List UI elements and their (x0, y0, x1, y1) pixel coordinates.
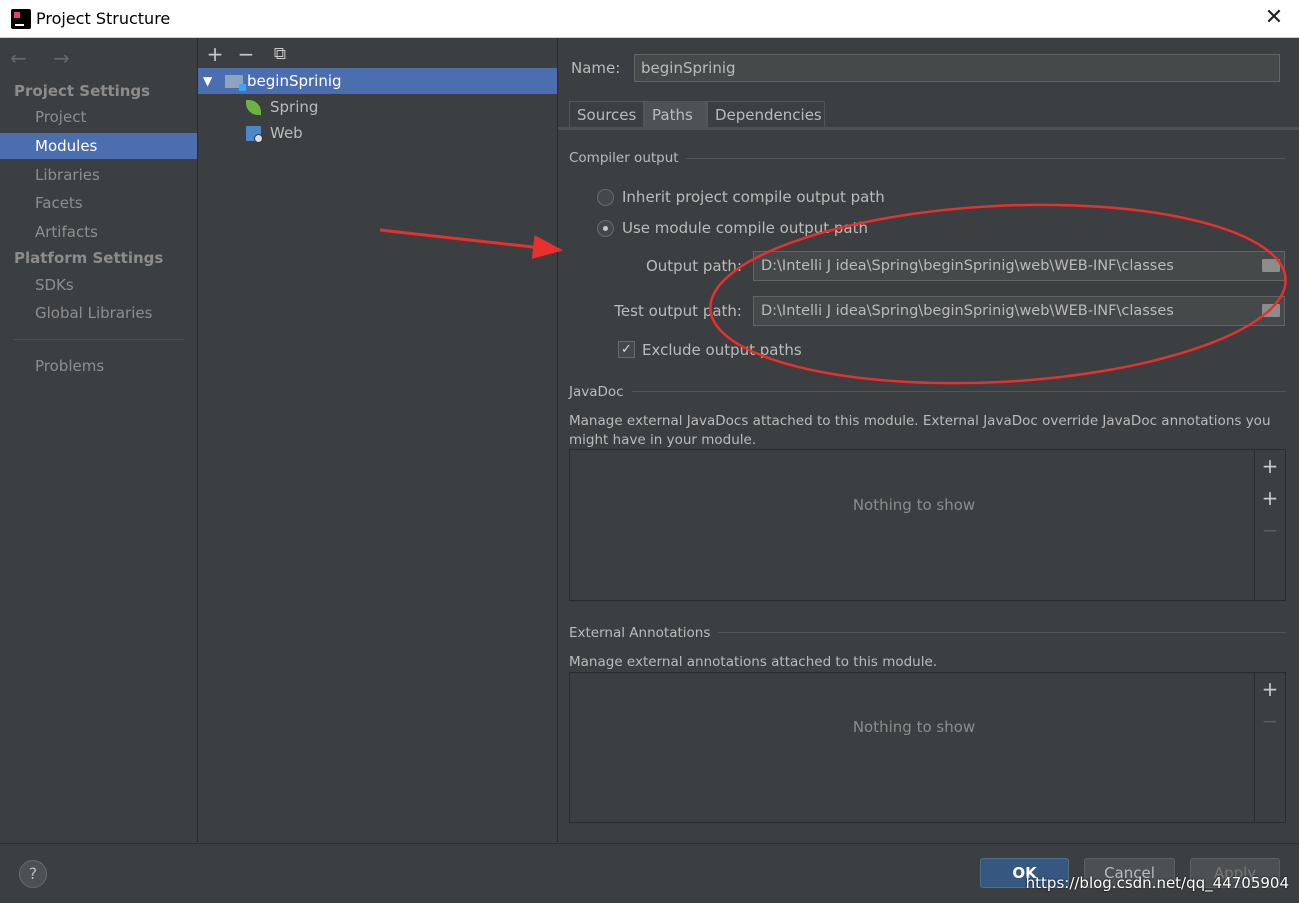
annotation-overlay (379, 203, 1287, 385)
annotation-ellipse (709, 203, 1287, 385)
watermark-text: https://blog.csdn.net/qq_44705904 (1025, 874, 1289, 892)
annotation-arrow (379, 228, 563, 259)
dialog-footer: ? OK Cancel Apply https://blog.csdn.net/… (0, 843, 1299, 903)
help-icon[interactable]: ? (19, 860, 47, 888)
